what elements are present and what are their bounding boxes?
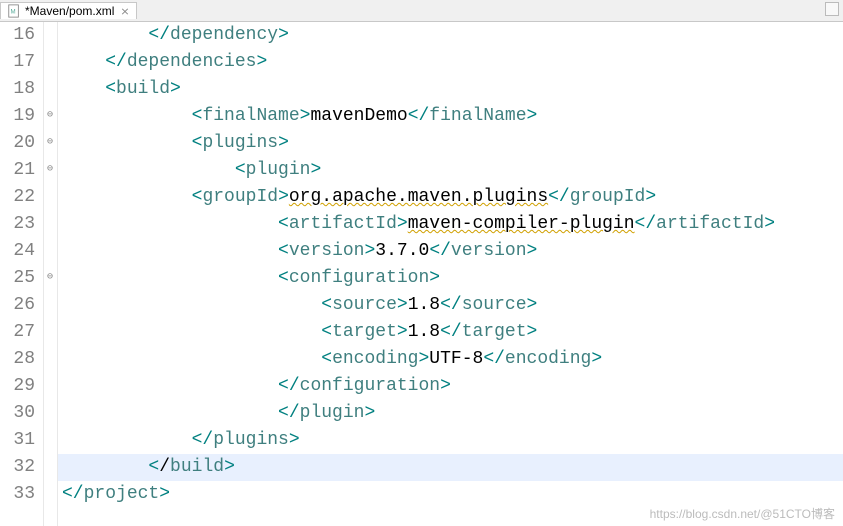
line-number: 21: [0, 157, 41, 184]
tab-title: *Maven/pom.xml: [25, 4, 114, 18]
code-area[interactable]: </dependency> </dependencies> <build> <f…: [58, 22, 843, 526]
line-number: 19: [0, 103, 41, 130]
fold-toggle-icon[interactable]: ⊖: [45, 165, 55, 175]
line-number: 27: [0, 319, 41, 346]
code-line[interactable]: <encoding>UTF-8</encoding>: [62, 346, 843, 373]
code-line[interactable]: </configuration>: [62, 373, 843, 400]
fold-toggle-icon[interactable]: ⊖: [45, 273, 55, 283]
code-line[interactable]: <groupId>org.apache.maven.plugins</group…: [62, 184, 843, 211]
line-number: 28: [0, 346, 41, 373]
code-line[interactable]: <plugin>: [62, 157, 843, 184]
code-line[interactable]: </dependency>: [62, 22, 843, 49]
code-line[interactable]: </plugin>: [62, 400, 843, 427]
fold-column: ⊖ ⊖ ⊖ ⊖: [44, 22, 58, 526]
line-number: 22: [0, 184, 41, 211]
editor-tab[interactable]: M *Maven/pom.xml ⨯: [0, 2, 137, 19]
code-line[interactable]: <source>1.8</source>: [62, 292, 843, 319]
code-line[interactable]: </build>: [62, 454, 843, 481]
line-number-gutter: 161718192021222324252627282930313233: [0, 22, 44, 526]
code-line[interactable]: <artifactId>maven-compiler-plugin</artif…: [62, 211, 843, 238]
fold-toggle-icon[interactable]: ⊖: [45, 138, 55, 148]
code-line[interactable]: <plugins>: [62, 130, 843, 157]
line-number: 25: [0, 265, 41, 292]
svg-text:M: M: [11, 9, 16, 16]
code-line[interactable]: </dependencies>: [62, 49, 843, 76]
code-editor[interactable]: 161718192021222324252627282930313233 ⊖⊖⊖…: [0, 22, 843, 526]
line-number: 17: [0, 49, 41, 76]
line-number: 16: [0, 22, 41, 49]
line-number: 29: [0, 373, 41, 400]
line-number: 24: [0, 238, 41, 265]
code-line[interactable]: <configuration>: [62, 265, 843, 292]
code-line[interactable]: </project>: [62, 481, 843, 508]
code-line[interactable]: <version>3.7.0</version>: [62, 238, 843, 265]
line-number: 33: [0, 481, 41, 508]
code-line[interactable]: </plugins>: [62, 427, 843, 454]
close-icon[interactable]: ⨯: [120, 5, 129, 18]
line-number: 18: [0, 76, 41, 103]
xml-file-icon: M: [7, 4, 21, 18]
code-line[interactable]: <finalName>mavenDemo</finalName>: [62, 103, 843, 130]
line-number: 31: [0, 427, 41, 454]
line-number: 26: [0, 292, 41, 319]
code-line[interactable]: <build>: [62, 76, 843, 103]
line-number: 23: [0, 211, 41, 238]
minimize-icon[interactable]: [825, 2, 839, 16]
tab-bar: M *Maven/pom.xml ⨯: [0, 0, 843, 22]
fold-toggle-icon[interactable]: ⊖: [45, 111, 55, 121]
code-line[interactable]: <target>1.8</target>: [62, 319, 843, 346]
line-number: 20: [0, 130, 41, 157]
line-number: 32: [0, 454, 41, 481]
line-number: 30: [0, 400, 41, 427]
